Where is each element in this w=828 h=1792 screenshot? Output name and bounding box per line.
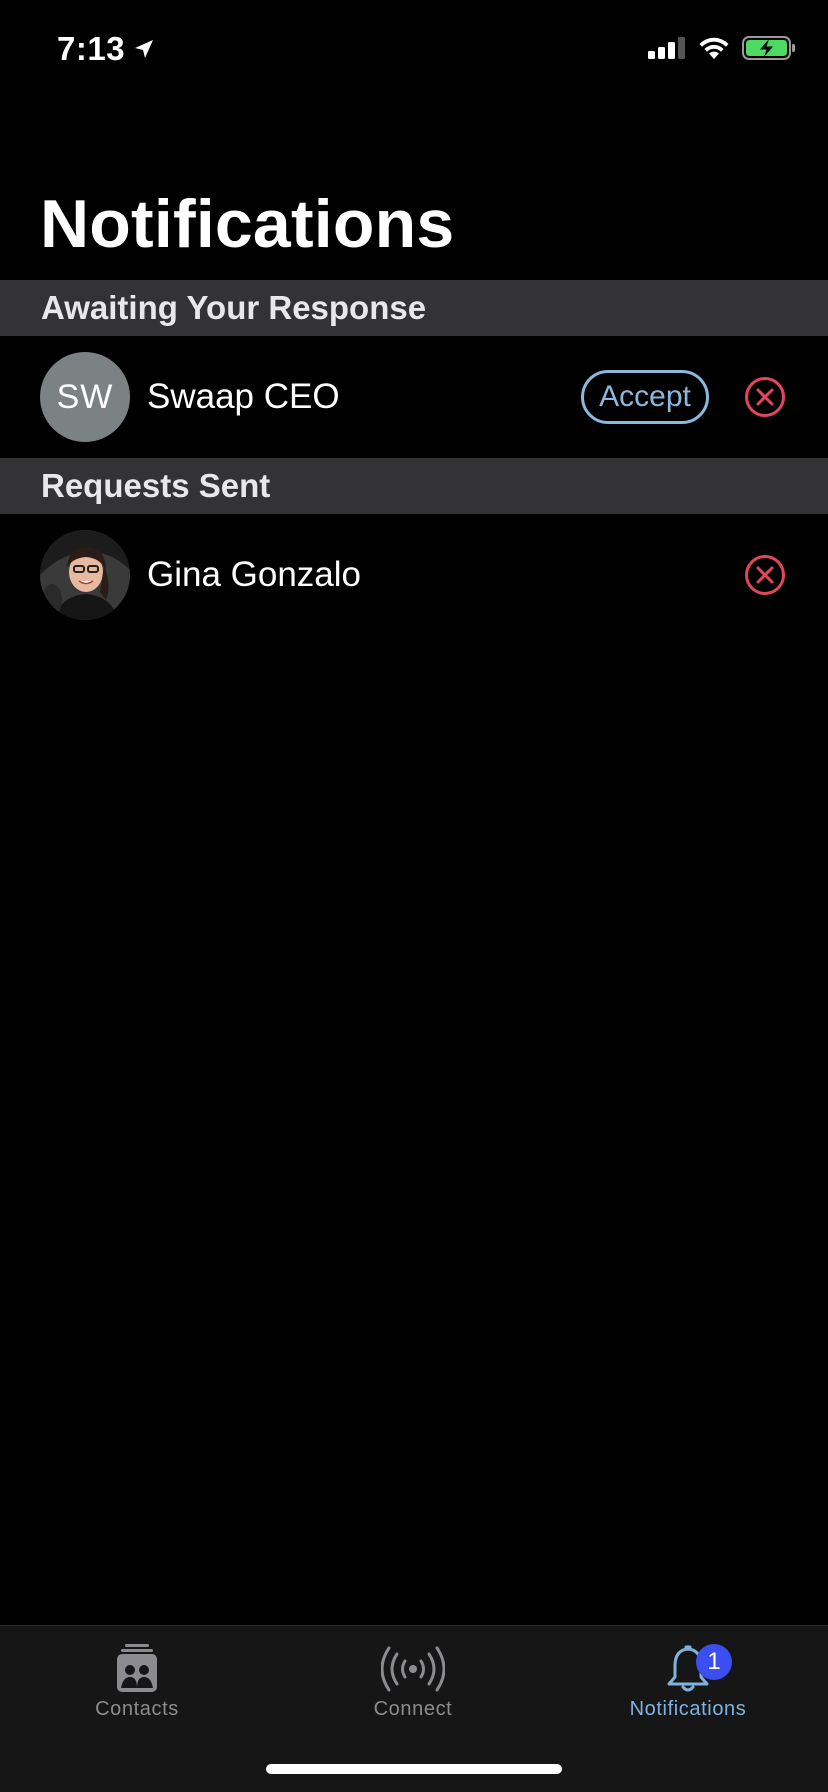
home-indicator[interactable]	[266, 1764, 562, 1774]
list-item-sent[interactable]: Gina Gonzalo	[0, 514, 828, 636]
page-title: Notifications	[40, 186, 455, 262]
tab-notifications[interactable]: Notifications 1	[608, 1644, 768, 1721]
status-bar: 7:13	[0, 0, 828, 100]
avatar-photo	[40, 530, 130, 620]
profile-photo-icon	[40, 530, 130, 620]
accept-button[interactable]: Accept	[581, 370, 709, 424]
status-indicators	[648, 36, 796, 60]
contact-name: Gina Gonzalo	[147, 555, 362, 594]
notifications-screen: 7:13 Notifications Awaiting Your Respons…	[0, 0, 828, 1792]
avatar-initials: SW	[56, 377, 114, 416]
tab-label-connect: Connect	[373, 1698, 453, 1720]
notification-badge: 1	[696, 1644, 732, 1680]
status-time: 7:13	[57, 30, 155, 68]
status-time-text: 7:13	[57, 30, 126, 67]
tab-connect[interactable]: Connect	[333, 1644, 493, 1721]
decline-icon[interactable]	[744, 376, 786, 418]
broadcast-icon	[381, 1646, 445, 1692]
avatar: SW	[40, 352, 130, 442]
contact-name: Swaap CEO	[147, 377, 340, 416]
list-item-awaiting[interactable]: SW Swaap CEO Accept	[0, 336, 828, 458]
wifi-icon	[699, 37, 729, 59]
tab-label-contacts: Contacts	[95, 1698, 179, 1720]
contacts-icon	[117, 1644, 157, 1692]
section-header-awaiting: Awaiting Your Response	[0, 280, 828, 336]
battery-charging-icon	[742, 36, 795, 60]
signal-icon	[648, 37, 685, 59]
cancel-request-icon[interactable]	[744, 554, 786, 596]
tab-label-notifications: Notifications	[629, 1698, 747, 1720]
tab-contacts[interactable]: Contacts	[57, 1644, 217, 1721]
location-arrow-icon	[135, 40, 154, 58]
section-header-sent: Requests Sent	[0, 458, 828, 514]
